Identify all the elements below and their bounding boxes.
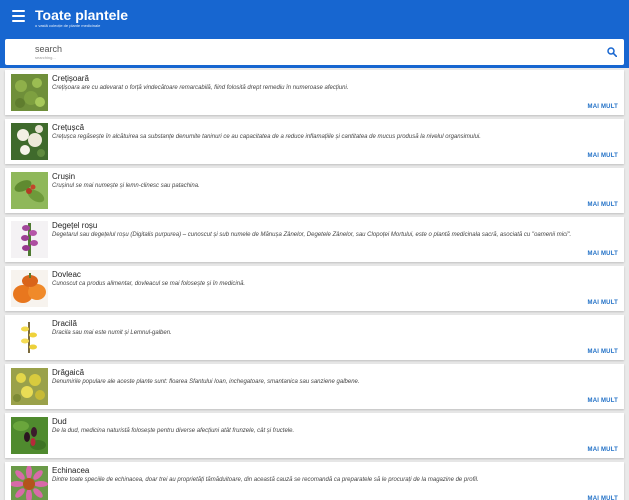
plant-description: Denumirile populare ale aceste plante su… (52, 379, 360, 385)
hamburger-menu-icon[interactable] (12, 10, 25, 22)
search-bar-container: search searching... (0, 38, 629, 68)
plant-name: Crețușcă (52, 123, 85, 132)
plant-card[interactable]: Crețișoară Crețișoara are cu adevarat o … (5, 70, 624, 115)
more-button[interactable]: MAI MULT (588, 251, 618, 258)
plant-description: Crețișoara are cu adevarat o forță vinde… (52, 85, 349, 91)
meadowsweet-icon (11, 123, 48, 160)
more-button[interactable]: MAI MULT (588, 349, 618, 356)
buckthorn-icon (11, 172, 48, 209)
plant-name: Dud (52, 417, 67, 426)
plant-description: Cunoscut ca produs alimentar, dovleacul … (52, 281, 246, 287)
plant-card[interactable]: Dovleac Cunoscut ca produs alimentar, do… (5, 266, 624, 311)
plant-description: Crețușca regăsește în alcătuirea sa subs… (52, 134, 481, 140)
plant-description: Dintre toate speciile de echinacea, doar… (52, 477, 479, 483)
plant-card[interactable]: Crețușcă Crețușca regăsește în alcătuire… (5, 119, 624, 164)
plant-card[interactable]: Dud De la dud, medicina naturistă folose… (5, 413, 624, 458)
plant-name: Crușin (52, 172, 76, 181)
foxglove-icon (11, 221, 48, 258)
plant-name: Echinacea (52, 466, 90, 475)
app-subtitle: o vastă colecție de plante medicinale (35, 23, 101, 28)
pumpkin-icon (11, 270, 48, 307)
plant-description: Dracila sau mai este numit și Lemnul-gal… (52, 330, 172, 336)
plant-description: De la dud, medicina naturistă folosește … (52, 428, 295, 434)
plant-description: Crușinul se mai numește și lemn-clinesc … (52, 183, 200, 189)
more-button[interactable]: MAI MULT (588, 398, 618, 405)
yellow-bedstraw-icon (11, 368, 48, 405)
plant-card[interactable]: Crușin Crușinul se mai numește și lemn-c… (5, 168, 624, 213)
plant-name: Dracilă (52, 319, 77, 328)
plant-name: Drăgaică (52, 368, 85, 377)
barberry-icon (11, 319, 48, 356)
more-button[interactable]: MAI MULT (588, 153, 618, 160)
search-icon[interactable] (607, 47, 617, 57)
search-input[interactable]: search searching... (5, 39, 624, 65)
plant-name: Crețișoară (52, 74, 89, 83)
lady-mantle-icon (11, 74, 48, 111)
search-placeholder: searching... (35, 55, 56, 60)
app-bar: Toate plantele o vastă colecție de plant… (0, 0, 629, 38)
plant-name: Degețel roșu (52, 221, 98, 230)
more-button[interactable]: MAI MULT (588, 496, 618, 500)
plant-description: Degetarul sau degețelul roșu (Digitalis … (52, 232, 572, 238)
plant-list: Crețișoară Crețișoara are cu adevarat o … (0, 70, 629, 500)
echinacea-icon (11, 466, 48, 500)
app-title: Toate plantele (35, 7, 129, 23)
more-button[interactable]: MAI MULT (588, 104, 618, 111)
more-button[interactable]: MAI MULT (588, 447, 618, 454)
plant-card[interactable]: Dracilă Dracila sau mai este numit și Le… (5, 315, 624, 360)
plant-card[interactable]: Echinacea Dintre toate speciile de echin… (5, 462, 624, 500)
plant-name: Dovleac (52, 270, 81, 279)
more-button[interactable]: MAI MULT (588, 300, 618, 307)
search-label: search (35, 44, 63, 54)
plant-card[interactable]: Degețel roșu Degetarul sau degețelul roș… (5, 217, 624, 262)
mulberry-icon (11, 417, 48, 454)
plant-card[interactable]: Drăgaică Denumirile populare ale aceste … (5, 364, 624, 409)
more-button[interactable]: MAI MULT (588, 202, 618, 209)
